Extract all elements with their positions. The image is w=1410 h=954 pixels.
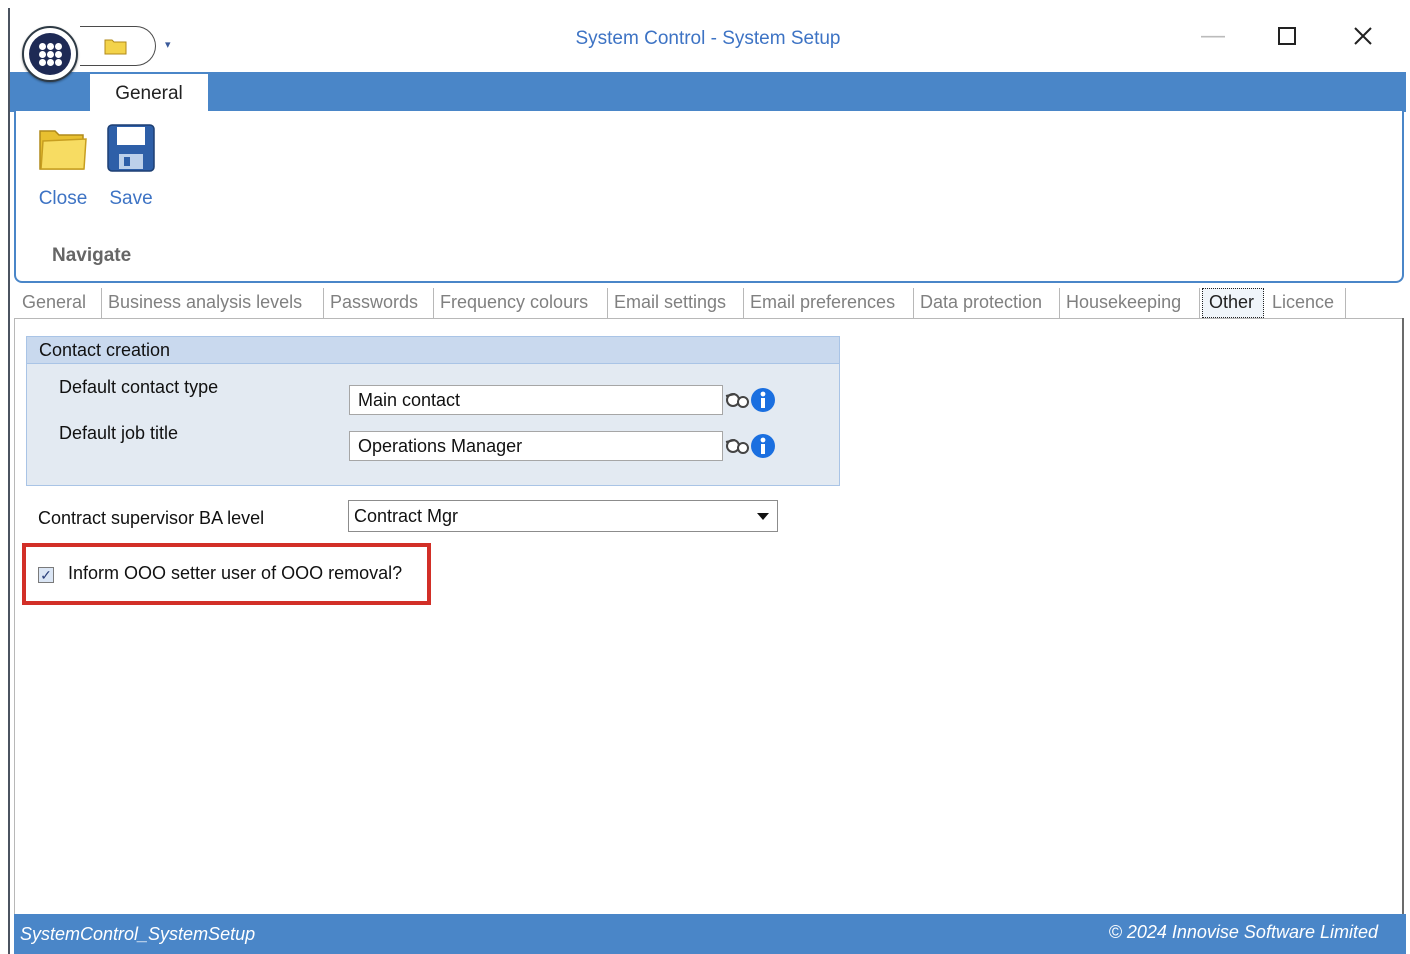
content-border-left xyxy=(14,318,15,914)
tab-email-settings[interactable]: Email settings xyxy=(608,288,744,318)
default-contact-type-field[interactable]: Main contact xyxy=(349,385,723,415)
ribbon-tab-general[interactable]: General xyxy=(90,74,208,112)
grid-icon xyxy=(29,33,71,75)
default-contact-type-actions xyxy=(723,386,779,414)
contract-supervisor-select[interactable]: Contract Mgr xyxy=(348,500,778,532)
settings-tab-strip: General Business analysis levels Passwor… xyxy=(14,286,1404,319)
default-job-title-actions xyxy=(723,432,779,460)
maximize-button[interactable] xyxy=(1264,20,1310,52)
tab-email-preferences[interactable]: Email preferences xyxy=(744,288,914,318)
info-icon[interactable] xyxy=(749,432,777,460)
tab-frequency-colours[interactable]: Frequency colours xyxy=(434,288,608,318)
folder-icon xyxy=(39,130,87,170)
lookup-icon[interactable] xyxy=(723,386,751,414)
highlight-box: ✓ Inform OOO setter user of OOO removal? xyxy=(22,543,431,605)
tab-general[interactable]: General xyxy=(16,288,102,318)
lookup-icon[interactable] xyxy=(723,432,751,460)
app-window: ▾ System Control - System Setup — Genera… xyxy=(8,8,1406,954)
close-button[interactable]: Close xyxy=(36,123,90,210)
tab-data-protection[interactable]: Data protection xyxy=(914,288,1060,318)
contract-supervisor-value: Contract Mgr xyxy=(354,506,459,526)
status-bar: SystemControl_SystemSetup © 2024 Innovis… xyxy=(14,914,1406,954)
status-form-name: SystemControl_SystemSetup xyxy=(20,924,256,944)
close-window-button[interactable] xyxy=(1340,20,1386,52)
ribbon-panel: Close Save Navigate xyxy=(14,111,1404,283)
contact-creation-group: Contact creation Default contact type Ma… xyxy=(26,336,840,486)
tab-licence[interactable]: Licence xyxy=(1266,288,1346,318)
contract-supervisor-label: Contract supervisor BA level xyxy=(38,508,265,528)
info-icon[interactable] xyxy=(749,386,777,414)
maximize-icon xyxy=(1278,27,1296,45)
tab-other[interactable]: Other xyxy=(1202,288,1264,318)
status-copyright: © 2024 Innovise Software Limited xyxy=(1108,922,1378,942)
tab-housekeeping[interactable]: Housekeeping xyxy=(1060,288,1200,318)
tab-business-analysis-levels[interactable]: Business analysis levels xyxy=(102,288,324,318)
default-contact-type-label: Default contact type xyxy=(59,377,219,397)
ribbon-group-label: Navigate xyxy=(52,245,132,266)
chevron-down-icon[interactable] xyxy=(757,513,769,520)
title-bar: ▾ System Control - System Setup — xyxy=(10,8,1406,75)
floppy-disk-icon xyxy=(107,124,155,172)
close-icon xyxy=(1354,27,1372,45)
contact-creation-header: Contact creation xyxy=(27,337,839,364)
default-job-title-label: Default job title xyxy=(59,423,179,443)
app-menu-button[interactable] xyxy=(22,26,78,82)
minimize-button[interactable]: — xyxy=(1190,20,1236,52)
inform-ooo-checkbox[interactable]: ✓ xyxy=(38,567,54,583)
content-border-right xyxy=(1402,318,1404,914)
tab-passwords[interactable]: Passwords xyxy=(324,288,434,318)
ribbon-tab-strip: General xyxy=(10,72,1406,112)
close-button-label: Close xyxy=(38,188,88,209)
default-job-title-field[interactable]: Operations Manager xyxy=(349,431,723,461)
inform-ooo-label[interactable]: Inform OOO setter user of OOO removal? xyxy=(68,563,402,584)
save-button[interactable]: Save xyxy=(104,123,158,210)
save-button-label: Save xyxy=(109,188,153,209)
